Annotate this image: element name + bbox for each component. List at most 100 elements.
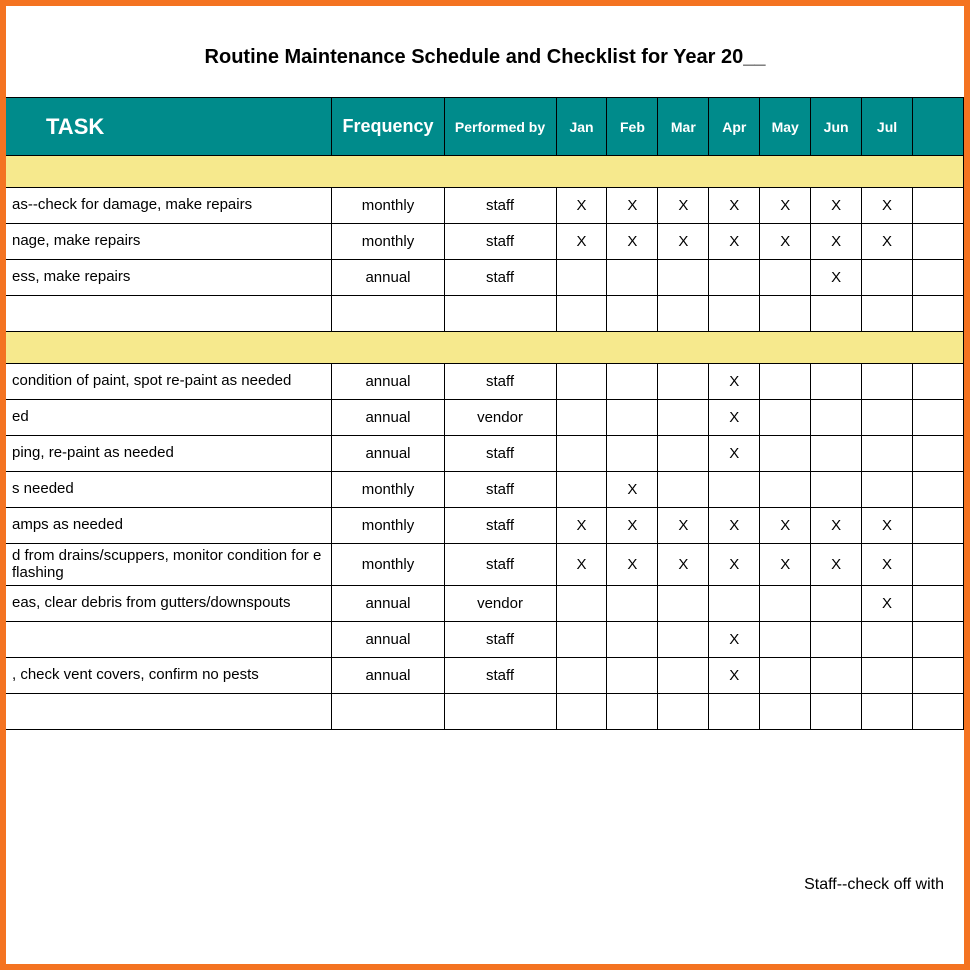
month-cell[interactable]	[862, 260, 913, 296]
month-cell[interactable]: X	[811, 224, 862, 260]
month-cell[interactable]	[913, 364, 964, 400]
month-cell[interactable]: X	[862, 586, 913, 622]
month-cell[interactable]: X	[607, 544, 658, 586]
month-cell[interactable]	[658, 472, 709, 508]
month-cell[interactable]	[760, 364, 811, 400]
month-cell[interactable]	[811, 400, 862, 436]
month-cell[interactable]: X	[862, 544, 913, 586]
month-cell[interactable]	[607, 260, 658, 296]
month-cell[interactable]	[862, 472, 913, 508]
month-cell[interactable]	[709, 296, 760, 332]
month-cell[interactable]	[862, 296, 913, 332]
month-cell[interactable]: X	[811, 260, 862, 296]
month-cell[interactable]	[913, 622, 964, 658]
month-cell[interactable]: X	[760, 544, 811, 586]
month-cell[interactable]: X	[556, 508, 607, 544]
month-cell[interactable]	[760, 622, 811, 658]
month-cell[interactable]	[913, 296, 964, 332]
month-cell[interactable]	[709, 586, 760, 622]
month-cell[interactable]: X	[709, 508, 760, 544]
month-cell[interactable]: X	[658, 224, 709, 260]
month-cell[interactable]	[760, 296, 811, 332]
month-cell[interactable]	[658, 296, 709, 332]
month-cell[interactable]	[760, 436, 811, 472]
month-cell[interactable]	[913, 224, 964, 260]
month-cell[interactable]	[658, 694, 709, 730]
month-cell[interactable]	[556, 694, 607, 730]
month-cell[interactable]	[811, 296, 862, 332]
month-cell[interactable]	[607, 622, 658, 658]
month-cell[interactable]	[811, 364, 862, 400]
month-cell[interactable]	[760, 586, 811, 622]
month-cell[interactable]	[760, 400, 811, 436]
month-cell[interactable]	[658, 586, 709, 622]
month-cell[interactable]	[862, 400, 913, 436]
month-cell[interactable]	[913, 260, 964, 296]
month-cell[interactable]	[556, 436, 607, 472]
month-cell[interactable]	[556, 364, 607, 400]
month-cell[interactable]	[607, 296, 658, 332]
month-cell[interactable]	[709, 472, 760, 508]
month-cell[interactable]: X	[709, 188, 760, 224]
month-cell[interactable]	[607, 586, 658, 622]
month-cell[interactable]	[607, 436, 658, 472]
month-cell[interactable]	[658, 364, 709, 400]
month-cell[interactable]	[658, 260, 709, 296]
month-cell[interactable]: X	[709, 224, 760, 260]
month-cell[interactable]	[658, 622, 709, 658]
month-cell[interactable]	[811, 472, 862, 508]
month-cell[interactable]: X	[658, 544, 709, 586]
month-cell[interactable]	[913, 188, 964, 224]
month-cell[interactable]	[862, 622, 913, 658]
month-cell[interactable]	[556, 296, 607, 332]
month-cell[interactable]	[760, 472, 811, 508]
month-cell[interactable]	[607, 400, 658, 436]
month-cell[interactable]	[709, 694, 760, 730]
month-cell[interactable]	[913, 436, 964, 472]
month-cell[interactable]	[658, 658, 709, 694]
month-cell[interactable]	[811, 694, 862, 730]
month-cell[interactable]	[709, 260, 760, 296]
month-cell[interactable]: X	[607, 188, 658, 224]
month-cell[interactable]	[658, 400, 709, 436]
month-cell[interactable]	[913, 472, 964, 508]
month-cell[interactable]: X	[658, 188, 709, 224]
month-cell[interactable]: X	[709, 658, 760, 694]
month-cell[interactable]: X	[760, 224, 811, 260]
month-cell[interactable]: X	[760, 188, 811, 224]
month-cell[interactable]: X	[760, 508, 811, 544]
month-cell[interactable]	[811, 658, 862, 694]
month-cell[interactable]	[658, 436, 709, 472]
month-cell[interactable]: X	[709, 436, 760, 472]
month-cell[interactable]: X	[556, 224, 607, 260]
month-cell[interactable]	[556, 472, 607, 508]
month-cell[interactable]	[862, 658, 913, 694]
month-cell[interactable]	[607, 658, 658, 694]
month-cell[interactable]: X	[811, 508, 862, 544]
month-cell[interactable]: X	[709, 364, 760, 400]
month-cell[interactable]	[913, 400, 964, 436]
month-cell[interactable]	[913, 658, 964, 694]
month-cell[interactable]	[607, 694, 658, 730]
month-cell[interactable]	[556, 658, 607, 694]
month-cell[interactable]	[556, 400, 607, 436]
month-cell[interactable]: X	[607, 472, 658, 508]
month-cell[interactable]	[862, 694, 913, 730]
month-cell[interactable]	[862, 436, 913, 472]
month-cell[interactable]	[811, 436, 862, 472]
month-cell[interactable]	[913, 508, 964, 544]
month-cell[interactable]: X	[607, 508, 658, 544]
month-cell[interactable]	[607, 364, 658, 400]
month-cell[interactable]	[556, 586, 607, 622]
month-cell[interactable]: X	[709, 400, 760, 436]
month-cell[interactable]: X	[862, 508, 913, 544]
month-cell[interactable]	[913, 586, 964, 622]
month-cell[interactable]	[913, 544, 964, 586]
month-cell[interactable]	[760, 658, 811, 694]
month-cell[interactable]: X	[709, 622, 760, 658]
month-cell[interactable]: X	[556, 544, 607, 586]
month-cell[interactable]	[556, 622, 607, 658]
month-cell[interactable]: X	[658, 508, 709, 544]
month-cell[interactable]	[811, 622, 862, 658]
month-cell[interactable]	[811, 586, 862, 622]
